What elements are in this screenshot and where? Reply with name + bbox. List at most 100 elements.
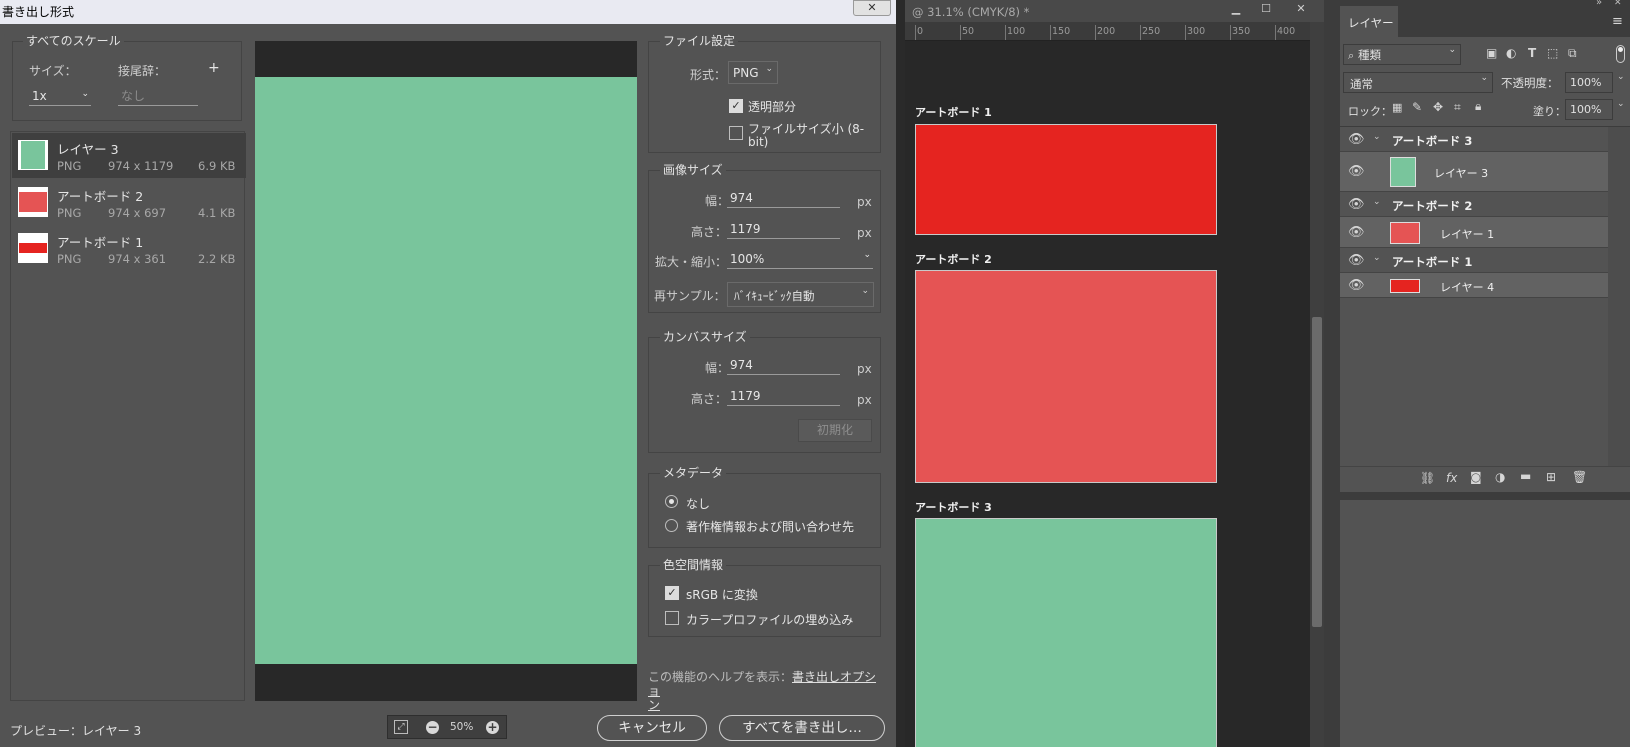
- chevron-down-icon[interactable]: ⌄: [1373, 132, 1381, 142]
- vertical-scrollbar[interactable]: [1310, 22, 1324, 747]
- ruler-tick: 0: [917, 26, 924, 37]
- artboard-name: アートボード 2: [1392, 199, 1473, 213]
- lock-all-icon[interactable]: 🔒︎: [1475, 99, 1481, 114]
- fx-icon[interactable]: fx: [1446, 471, 1457, 485]
- artboard[interactable]: [915, 270, 1217, 483]
- artboard-label[interactable]: アートボード 2: [915, 251, 992, 267]
- visibility-eye-icon[interactable]: 👁︎: [1348, 253, 1365, 268]
- folder-icon[interactable]: ▬: [1520, 469, 1531, 483]
- artboard[interactable]: [915, 518, 1217, 747]
- layer-row[interactable]: 👁︎ レイヤー 1: [1340, 217, 1608, 248]
- metadata-none-radio[interactable]: [665, 495, 678, 508]
- metadata-title: メタデータ: [660, 464, 727, 481]
- chevron-down-icon[interactable]: ⌄: [1373, 197, 1381, 207]
- suffix-input[interactable]: なし: [118, 88, 198, 106]
- transparency-checkbox[interactable]: ✓: [729, 99, 743, 113]
- asset-row[interactable]: レイヤー 3 PNG 974 x 1179 6.9 KB: [12, 133, 246, 178]
- artboard-group-row[interactable]: 👁︎ ⌄ アートボード 1: [1340, 248, 1608, 273]
- filter-smart-icon[interactable]: ⧉: [1568, 46, 1577, 61]
- filter-pixel-icon[interactable]: ▣: [1486, 46, 1497, 60]
- asset-row[interactable]: アートボード 1 PNG 974 x 361 2.2 KB: [12, 226, 246, 271]
- image-height-input[interactable]: 1179: [727, 221, 840, 239]
- asset-thumbnail: [18, 140, 48, 170]
- resample-select[interactable]: ﾊﾞｲｷｭｰﾋﾞｯｸ自動 ⌄: [727, 282, 874, 307]
- lock-transparent-icon[interactable]: ▦: [1392, 101, 1402, 114]
- chevron-down-icon[interactable]: ⌄: [1373, 253, 1381, 263]
- visibility-eye-icon[interactable]: 👁︎: [1348, 197, 1365, 212]
- zoom-in-icon[interactable]: +: [486, 721, 499, 734]
- layers-scrollbar[interactable]: [1608, 127, 1630, 467]
- maximize-button[interactable]: ☐: [1253, 1, 1279, 18]
- lock-paint-icon[interactable]: ✎: [1412, 100, 1422, 114]
- minimize-button[interactable]: ▁: [1223, 1, 1249, 18]
- visibility-eye-icon[interactable]: 👁︎: [1348, 278, 1365, 293]
- fill-input[interactable]: 100%: [1565, 99, 1613, 120]
- artboard[interactable]: [915, 124, 1217, 235]
- file-settings-title: ファイル設定: [660, 32, 739, 49]
- help-link-cont[interactable]: ン: [648, 698, 660, 712]
- adjustment-icon[interactable]: ◑: [1495, 470, 1505, 484]
- fill-label: 塗り：: [1533, 105, 1566, 118]
- scale-select[interactable]: 1x ⌄: [29, 88, 91, 106]
- new-layer-icon[interactable]: ⊞: [1546, 470, 1556, 484]
- fit-icon[interactable]: ⤢: [394, 720, 408, 734]
- ruler-tick-line: [1185, 25, 1186, 40]
- blend-mode-select[interactable]: 通常 ⌄: [1343, 72, 1493, 93]
- layer-row[interactable]: 👁︎ レイヤー 3: [1340, 152, 1608, 192]
- close-document-button[interactable]: ✕: [1288, 1, 1314, 18]
- reset-button[interactable]: 初期化: [798, 419, 872, 442]
- visibility-eye-icon[interactable]: 👁︎: [1348, 164, 1365, 179]
- smaller-file-checkbox[interactable]: [729, 126, 743, 140]
- lock-move-icon[interactable]: ✥: [1433, 100, 1443, 114]
- artboard-label[interactable]: アートボード 1: [915, 104, 992, 120]
- format-select[interactable]: PNG ⌄: [728, 61, 778, 84]
- link-icon[interactable]: ⛓: [1420, 471, 1435, 485]
- canvas-height-input[interactable]: 1179: [727, 388, 840, 406]
- add-scale-button[interactable]: +: [208, 60, 220, 76]
- metadata-copyright-radio[interactable]: [665, 519, 678, 532]
- scrollbar-thumb[interactable]: [1312, 317, 1322, 627]
- chevron-down-icon[interactable]: ⌄: [1617, 72, 1625, 82]
- srgb-checkbox[interactable]: ✓: [665, 586, 679, 600]
- embed-profile-checkbox[interactable]: [665, 611, 679, 625]
- export-all-button[interactable]: すべてを書き出し…: [719, 715, 885, 741]
- metadata-copyright-label: 著作権情報および問い合わせ先: [686, 520, 855, 534]
- layers-tab[interactable]: レイヤー: [1340, 6, 1398, 37]
- dialog-title: 書き出し形式: [2, 5, 75, 19]
- image-width-input[interactable]: 974: [727, 190, 840, 208]
- filter-kind-select[interactable]: ⌕ 種類 ⌄: [1343, 44, 1461, 65]
- asset-format: PNG: [57, 206, 82, 220]
- canvas-width-input[interactable]: 974: [727, 357, 840, 375]
- filter-shape-icon[interactable]: ⬚: [1547, 46, 1558, 60]
- layer-row[interactable]: 👁︎ レイヤー 4: [1340, 273, 1608, 298]
- ruler-tick-line: [1005, 25, 1006, 40]
- canvas-height-unit: px: [857, 393, 872, 407]
- panel-menu-icon[interactable]: ≡: [1612, 14, 1623, 29]
- opacity-input[interactable]: 100%: [1565, 72, 1613, 93]
- artboard-label[interactable]: アートボード 3: [915, 499, 992, 515]
- asset-format: PNG: [57, 159, 82, 173]
- collapse-icon[interactable]: »: [1596, 0, 1602, 8]
- filter-toggle[interactable]: [1616, 45, 1625, 63]
- scale-percent-select[interactable]: 100% ⌄: [727, 250, 873, 269]
- trash-icon[interactable]: 🗑︎: [1572, 470, 1587, 484]
- artboard-group-row[interactable]: 👁︎ ⌄ アートボード 3: [1340, 127, 1608, 152]
- ruler-tick-line: [1140, 25, 1141, 40]
- filter-adjust-icon[interactable]: ◐: [1506, 46, 1516, 60]
- chevron-down-icon[interactable]: ⌄: [1617, 99, 1625, 109]
- dialog-close-button[interactable]: ✕: [853, 0, 891, 16]
- mask-icon[interactable]: ◙: [1470, 470, 1482, 484]
- panel-close-icon[interactable]: ✕: [1614, 0, 1622, 8]
- layers-tabbar: レイヤー » ✕ ≡: [1340, 0, 1630, 37]
- artboard-group-row[interactable]: 👁︎ ⌄ アートボード 2: [1340, 192, 1608, 217]
- visibility-eye-icon[interactable]: 👁︎: [1348, 132, 1365, 147]
- format-label: 形式：: [690, 68, 727, 82]
- asset-row[interactable]: アートボード 2 PNG 974 x 697 4.1 KB: [12, 180, 246, 225]
- lock-artboard-icon[interactable]: ⌗: [1454, 100, 1461, 115]
- zoom-out-icon[interactable]: −: [426, 721, 439, 734]
- visibility-eye-icon[interactable]: 👁︎: [1348, 225, 1365, 240]
- scale-value: 1x: [32, 89, 47, 103]
- cancel-button[interactable]: キャンセル: [597, 715, 707, 741]
- filter-type-icon[interactable]: T: [1528, 46, 1536, 60]
- image-width-unit: px: [857, 195, 872, 209]
